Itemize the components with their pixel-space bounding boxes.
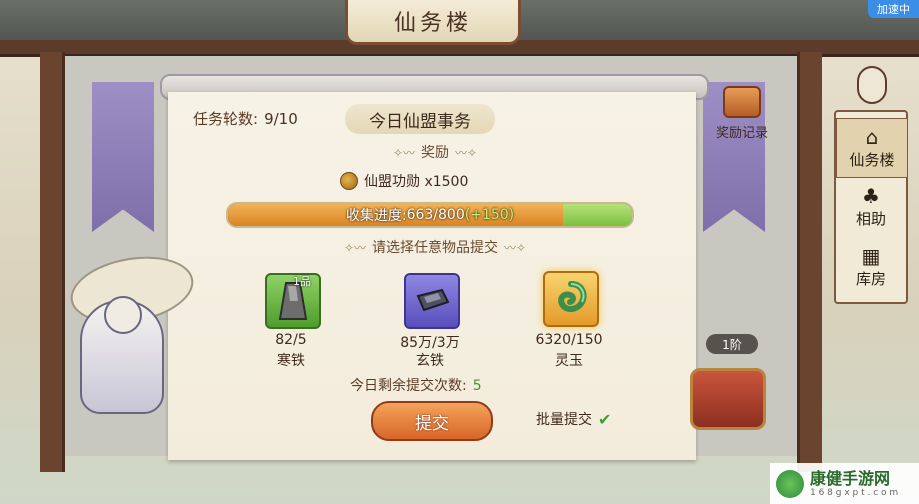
reward-item-label: 仙盟功勋 x1500 bbox=[364, 174, 469, 190]
panel-title: 今日仙盟事务 bbox=[345, 104, 495, 134]
site-watermark: 康健手游网 1 6 8 g x p t . c o m bbox=[770, 463, 919, 504]
nav-item-warehouse[interactable]: ▦ 库房 bbox=[836, 238, 906, 296]
item-grade: 1品 bbox=[293, 275, 311, 288]
stage-badge: 1阶 bbox=[706, 334, 758, 354]
site-logo-icon bbox=[776, 469, 804, 498]
reward-item: 仙盟功勋 x1500 bbox=[340, 170, 540, 192]
batch-submit-label: 批量提交 bbox=[536, 412, 592, 428]
gourd-icon: ♣ bbox=[862, 183, 880, 208]
tower-icon: ⌂ bbox=[865, 124, 879, 149]
progress-label: 收集进度: bbox=[345, 208, 407, 224]
remaining-submits: 今日剩余提交次数: 5 bbox=[350, 375, 482, 395]
right-pillar bbox=[797, 52, 822, 472]
watermark-main: 康健手游网 bbox=[810, 468, 891, 488]
nav-item-assist[interactable]: ♣ 相助 bbox=[836, 178, 906, 236]
reward-header: ✧〰 奖励 〰✧ bbox=[380, 142, 490, 162]
building-title: 仙务楼 bbox=[393, 11, 472, 36]
nav-label: 库房 bbox=[855, 269, 886, 288]
submit-button[interactable]: 提交 bbox=[371, 401, 493, 441]
side-nav: ⌂ 仙务楼 ♣ 相助 ▦ 库房 bbox=[834, 110, 908, 304]
left-pillar bbox=[40, 52, 65, 472]
jade-icon bbox=[558, 281, 587, 312]
item-count: 6320/150 bbox=[535, 332, 603, 348]
left-banner bbox=[92, 82, 154, 232]
right-ornament-icon: 〰✧ bbox=[455, 145, 478, 160]
reward-record-button[interactable]: 奖励记录 bbox=[706, 86, 778, 141]
nav-item-task-tower[interactable]: ⌂ 仙务楼 bbox=[836, 118, 908, 178]
item-name: 玄铁 bbox=[416, 353, 444, 369]
left-ornament-icon: ✧〰 bbox=[343, 240, 366, 255]
merit-coin-icon bbox=[340, 172, 358, 190]
item-slot-dark-iron[interactable] bbox=[404, 273, 460, 329]
progress-text: 收集进度: 663/800 (+150) bbox=[228, 204, 632, 226]
item-slot-spirit-jade[interactable] bbox=[543, 271, 599, 327]
left-ornament-icon: ✧〰 bbox=[392, 145, 415, 160]
gift-box-icon bbox=[723, 86, 761, 118]
nav-label: 仙务楼 bbox=[849, 150, 895, 169]
reward-header-label: 奖励 bbox=[421, 145, 449, 161]
progress-value: 663/800 bbox=[406, 207, 465, 223]
accelerate-badge[interactable]: 加速中 bbox=[868, 0, 919, 18]
warehouse-icon: ▦ bbox=[861, 243, 881, 268]
task-round-value: 9/10 bbox=[264, 110, 298, 128]
collect-progress-bar: 收集进度: 663/800 (+150) bbox=[226, 202, 634, 228]
select-prompt: ✧〰 请选择任意物品提交 〰✧ bbox=[300, 236, 570, 258]
task-round: 任务轮数: 9/10 bbox=[193, 108, 298, 129]
treasure-chest-icon[interactable] bbox=[690, 368, 766, 430]
item-count: 82/5 bbox=[275, 332, 307, 348]
nav-label: 相助 bbox=[855, 209, 886, 228]
sage-head bbox=[104, 296, 142, 334]
item-name: 寒铁 bbox=[277, 353, 305, 369]
checkmark-icon: ✔ bbox=[598, 409, 612, 429]
watermark-sub: 1 6 8 g x p t . c o m bbox=[810, 487, 899, 498]
progress-bonus: (+150) bbox=[464, 207, 515, 223]
task-round-label: 任务轮数: bbox=[193, 110, 259, 128]
select-prompt-label: 请选择任意物品提交 bbox=[372, 240, 498, 256]
lantern-icon bbox=[857, 66, 887, 104]
reward-record-label: 奖励记录 bbox=[715, 126, 768, 141]
building-sign: 仙务楼 bbox=[345, 0, 521, 45]
dark-iron-icon bbox=[416, 288, 450, 312]
item-name: 灵玉 bbox=[555, 353, 583, 369]
batch-submit-toggle[interactable]: 批量提交 ✔ bbox=[536, 409, 611, 429]
remaining-label: 今日剩余提交次数: bbox=[350, 378, 467, 394]
right-ornament-icon: 〰✧ bbox=[504, 240, 527, 255]
remaining-value: 5 bbox=[472, 378, 482, 394]
item-count: 85万/3万 bbox=[400, 335, 460, 351]
